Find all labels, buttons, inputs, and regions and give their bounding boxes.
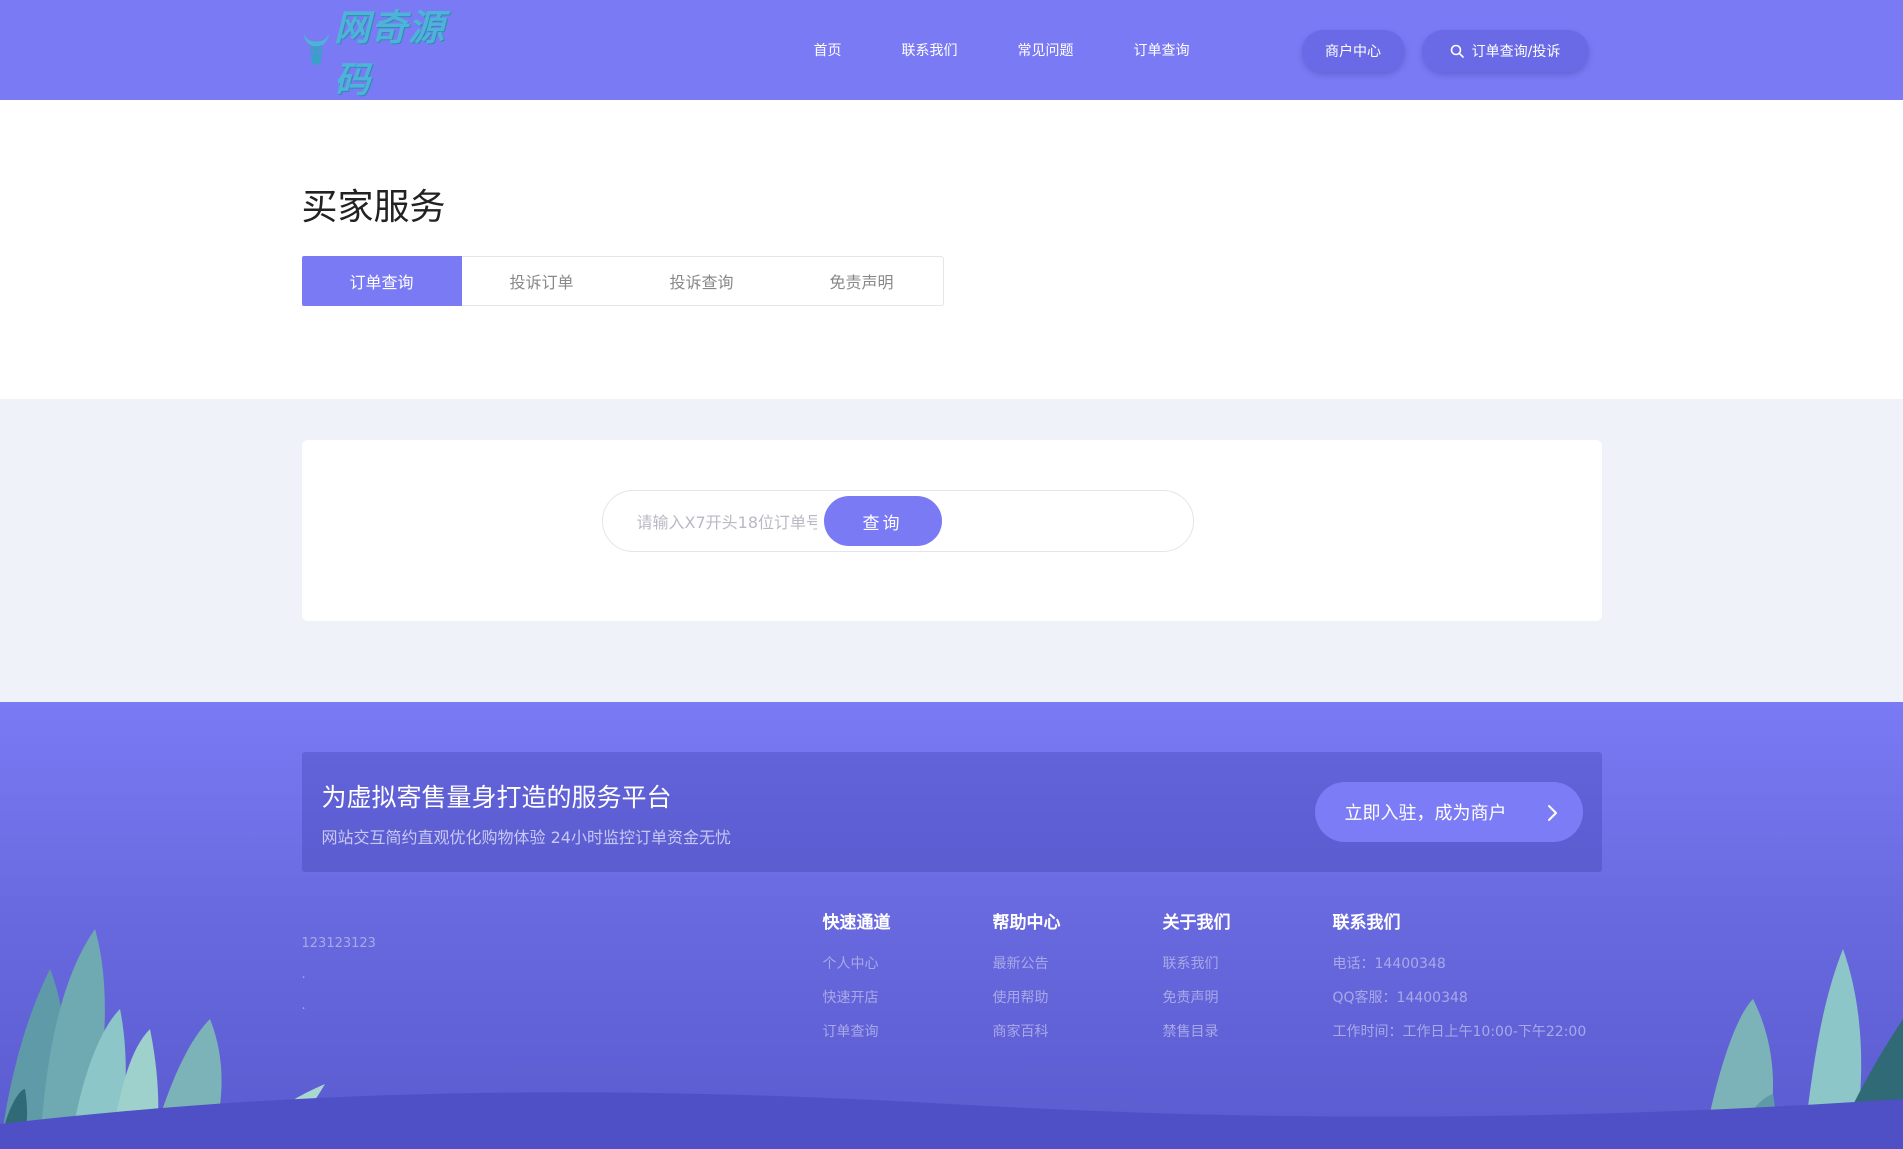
tab-complaint-order[interactable]: 投诉订单 — [462, 257, 622, 305]
tab-order-query[interactable]: 订单查询 — [301, 256, 462, 306]
nav-item-faq[interactable]: 常见问题 — [1018, 40, 1074, 60]
footer-contact-hours: 工作时间：工作日上午10:00-下午22:00 — [1332, 1024, 1587, 1040]
footer-link-personal-center[interactable]: 个人中心 — [823, 947, 993, 981]
footer-link-announcements[interactable]: 最新公告 — [993, 947, 1163, 981]
nav-item-home[interactable]: 首页 — [814, 40, 842, 60]
footer-column-title: 快速通道 — [822, 913, 891, 933]
footer-column-title: 帮助中心 — [992, 913, 1061, 933]
query-button[interactable]: 查询 — [823, 496, 942, 546]
footer-link-merchant-wiki[interactable]: 商家百科 — [993, 1015, 1163, 1049]
query-card: 查询 — [301, 440, 1602, 621]
nav-item-contact[interactable]: 联系我们 — [902, 40, 958, 60]
footer-column-contact: 联系我们 电话：14400348 QQ客服：14400348 工作时间：工作日上… — [1332, 908, 1587, 1049]
tab-complaint-query[interactable]: 投诉查询 — [622, 257, 782, 305]
footer-link-order-query[interactable]: 订单查询 — [823, 1015, 993, 1049]
title-section: 买家服务 订单查询 投诉订单 投诉查询 免责声明 — [0, 100, 1903, 399]
query-section: 查询 — [0, 399, 1903, 702]
become-merchant-button[interactable]: 立即入驻，成为商户 — [1314, 782, 1583, 842]
merchant-center-label: 商户中心 — [1325, 44, 1381, 60]
footer-link-usage-help[interactable]: 使用帮助 — [993, 981, 1163, 1015]
site-logo[interactable]: 网奇源码 — [302, 7, 452, 101]
tab-disclaimer[interactable]: 免责声明 — [782, 257, 942, 305]
footer-column-quick: 快速通道 个人中心 快速开店 订单查询 — [823, 908, 993, 1049]
footer-info-line: 123123123 — [301, 936, 376, 951]
footer-wave — [0, 1092, 1903, 1149]
footer-column-title: 联系我们 — [1332, 913, 1401, 933]
order-search-label: 订单查询/投诉 — [1471, 44, 1561, 60]
promo-title: 为虚拟寄售量身打造的服务平台 — [321, 783, 672, 812]
promo-subtitle: 网站交互简约直观优化购物体验 24小时监控订单资金无忧 — [321, 828, 731, 847]
logo-text: 网奇源码 — [334, 7, 446, 101]
footer-info-line: . — [301, 998, 306, 1013]
footer-column-help: 帮助中心 最新公告 使用帮助 商家百科 — [993, 908, 1163, 1049]
merchant-promo-banner: 为虚拟寄售量身打造的服务平台 网站交互简约直观优化购物体验 24小时监控订单资金… — [301, 752, 1602, 872]
footer-column-title: 关于我们 — [1162, 913, 1231, 933]
nav-item-order-query[interactable]: 订单查询 — [1134, 40, 1190, 60]
footer-link-contact-us[interactable]: 联系我们 — [1163, 947, 1333, 981]
become-merchant-label: 立即入驻，成为商户 — [1344, 803, 1507, 824]
order-number-input[interactable] — [636, 510, 817, 534]
footer-link-open-store[interactable]: 快速开店 — [823, 981, 993, 1015]
bull-icon — [303, 33, 329, 66]
footer-info-line: . — [301, 967, 306, 982]
order-search-button[interactable]: 订单查询/投诉 — [1421, 30, 1589, 72]
main-nav: 首页 联系我们 常见问题 订单查询 — [814, 0, 1190, 100]
footer: 为虚拟寄售量身打造的服务平台 网站交互简约直观优化购物体验 24小时监控订单资金… — [0, 702, 1903, 1149]
footer-columns: 快速通道 个人中心 快速开店 订单查询 帮助中心 最新公告 使用帮助 商家百科 … — [823, 908, 1587, 1049]
query-box: 查询 — [601, 490, 1194, 552]
chevron-right-icon — [1547, 805, 1557, 821]
footer-column-about: 关于我们 联系我们 免责声明 禁售目录 — [1163, 908, 1333, 1049]
merchant-center-button[interactable]: 商户中心 — [1301, 30, 1405, 72]
page-title: 买家服务 — [301, 187, 446, 228]
search-icon — [1450, 44, 1464, 58]
top-header: 网奇源码 首页 联系我们 常见问题 订单查询 商户中心 订单查询/投诉 — [0, 0, 1903, 101]
footer-contact-phone: 电话：14400348 — [1332, 956, 1446, 972]
service-tabs: 订单查询 投诉订单 投诉查询 免责声明 — [301, 256, 944, 306]
footer-info: 123123123 . . — [302, 928, 376, 1021]
footer-link-prohibited-list[interactable]: 禁售目录 — [1163, 1015, 1333, 1049]
footer-link-disclaimer[interactable]: 免责声明 — [1163, 981, 1333, 1015]
footer-contact-qq: QQ客服：14400348 — [1332, 990, 1468, 1006]
